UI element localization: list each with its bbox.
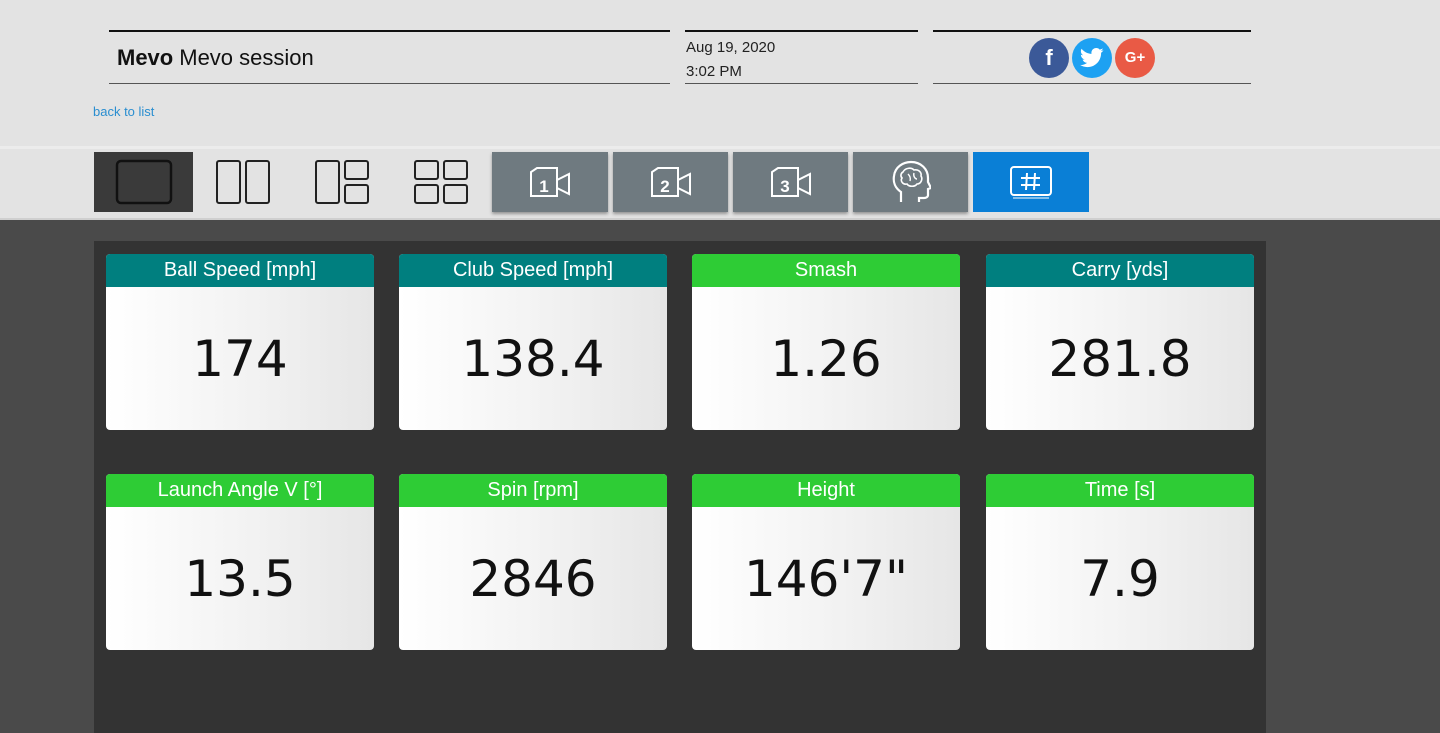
metric-label: Time [s] (986, 474, 1254, 507)
camera-2-label: 2 (660, 177, 669, 196)
data-grid-button[interactable] (973, 152, 1089, 212)
google-plus-icon[interactable]: G+ (1115, 37, 1155, 78)
social-share: f G+ (933, 30, 1251, 84)
metric-value: 13.5 (184, 549, 296, 608)
brand-name: Mevo (117, 44, 174, 70)
metric-value: 7.9 (1080, 549, 1160, 608)
camera-1-button[interactable]: 1 (492, 152, 608, 212)
layout-single-button[interactable] (94, 152, 193, 212)
three-pane-icon (314, 160, 369, 204)
camera-2-button[interactable]: 2 (613, 152, 728, 212)
camera-3-button[interactable]: 3 (733, 152, 848, 212)
metric-card-spin: Spin [rpm] 2846 (399, 474, 667, 650)
metrics-panel: Ball Speed [mph] 174 Club Speed [mph] 13… (94, 241, 1266, 733)
metric-value: 281.8 (1048, 329, 1192, 388)
layout-three-button[interactable] (292, 152, 391, 212)
metric-card-time: Time [s] 7.9 (986, 474, 1254, 650)
insights-button[interactable] (853, 152, 968, 212)
layout-four-button[interactable] (391, 152, 490, 212)
layout-two-button[interactable] (193, 152, 292, 212)
metric-value: 146'7" (744, 549, 908, 608)
session-date: Aug 19, 2020 (686, 39, 776, 56)
session-datetime: Aug 19, 2020 3:02 PM (685, 30, 918, 84)
camera-3-label: 3 (780, 177, 789, 196)
camera-icon: 2 (650, 167, 691, 197)
session-title: Mevo session (179, 44, 314, 70)
metric-value: 2846 (469, 549, 597, 608)
camera-1-label: 1 (539, 177, 548, 196)
session-time: 3:02 PM (686, 63, 742, 80)
session-title-box: Mevo Mevo session (109, 30, 670, 84)
metric-card-height: Height 146'7" (692, 474, 960, 650)
metric-label: Smash (692, 254, 960, 287)
twitter-icon[interactable] (1072, 37, 1112, 78)
facebook-icon[interactable]: f (1029, 37, 1069, 78)
metric-value: 1.26 (770, 329, 882, 388)
metric-label: Club Speed [mph] (399, 254, 667, 287)
metric-label: Spin [rpm] (399, 474, 667, 507)
back-to-list-link[interactable]: back to list (93, 104, 154, 119)
camera-icon: 1 (530, 167, 570, 197)
session-header: Mevo Mevo session Aug 19, 2020 3:02 PM f… (0, 0, 1440, 146)
hash-icon (1010, 166, 1052, 199)
metric-card-ball-speed: Ball Speed [mph] 174 (106, 254, 374, 430)
four-pane-icon (413, 160, 468, 204)
metric-value: 138.4 (461, 329, 605, 388)
metric-label: Launch Angle V [°] (106, 474, 374, 507)
metric-label: Carry [yds] (986, 254, 1254, 287)
metric-card-club-speed: Club Speed [mph] 138.4 (399, 254, 667, 430)
camera-icon: 3 (770, 167, 811, 197)
view-toolbar: 1 2 3 (0, 146, 1440, 220)
metric-label: Height (692, 474, 960, 507)
metric-card-launch-angle: Launch Angle V [°] 13.5 (106, 474, 374, 650)
metric-card-smash: Smash 1.26 (692, 254, 960, 430)
brain-icon (892, 160, 931, 202)
metric-card-carry: Carry [yds] 281.8 (986, 254, 1254, 430)
metric-label: Ball Speed [mph] (106, 254, 374, 287)
single-pane-icon (115, 159, 172, 205)
metric-value: 174 (192, 329, 288, 388)
two-pane-icon (215, 160, 270, 204)
